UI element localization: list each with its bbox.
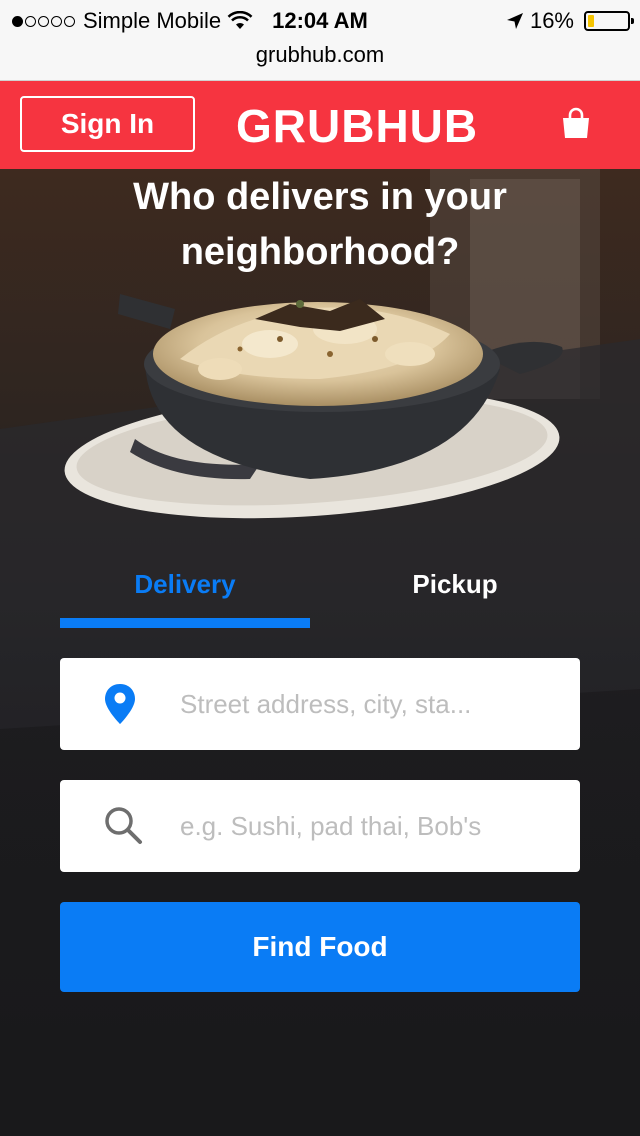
location-pin-icon	[105, 684, 135, 724]
food-search-input[interactable]	[180, 780, 520, 872]
address-input[interactable]	[180, 658, 520, 750]
hero-headline: Who delivers in your neighborhood?	[0, 169, 640, 280]
grubhub-logo[interactable]: GRUBHUB	[236, 99, 478, 153]
headline-line-2: neighborhood?	[180, 231, 460, 273]
active-tab-indicator	[60, 618, 310, 628]
battery-percent: 16%	[529, 8, 574, 33]
find-food-button[interactable]: Find Food	[60, 902, 580, 992]
url-text: grubhub.com	[255, 42, 385, 67]
food-search-field[interactable]	[60, 780, 580, 872]
status-bar: Simple Mobile 12:04 AM 16%	[0, 0, 640, 40]
sign-in-button[interactable]: Sign In	[20, 96, 195, 152]
address-field[interactable]	[60, 658, 580, 750]
shopping-bag-icon[interactable]	[560, 107, 592, 139]
tab-pickup[interactable]: Pickup	[330, 569, 580, 609]
hero-section: Who delivers in your neighborhood? Deliv…	[0, 169, 640, 1136]
search-icon	[105, 807, 142, 844]
headline-line-1: Who delivers in your	[133, 176, 507, 218]
battery-level	[588, 15, 594, 27]
battery-cap	[631, 18, 634, 24]
tab-delivery[interactable]: Delivery	[60, 569, 310, 609]
location-arrow-icon	[506, 13, 523, 29]
battery-icon	[584, 11, 634, 31]
status-bar-right: 16%	[506, 8, 634, 34]
site-header: Sign In GRUBHUB	[0, 81, 640, 169]
address-bar[interactable]: grubhub.com	[0, 40, 640, 81]
